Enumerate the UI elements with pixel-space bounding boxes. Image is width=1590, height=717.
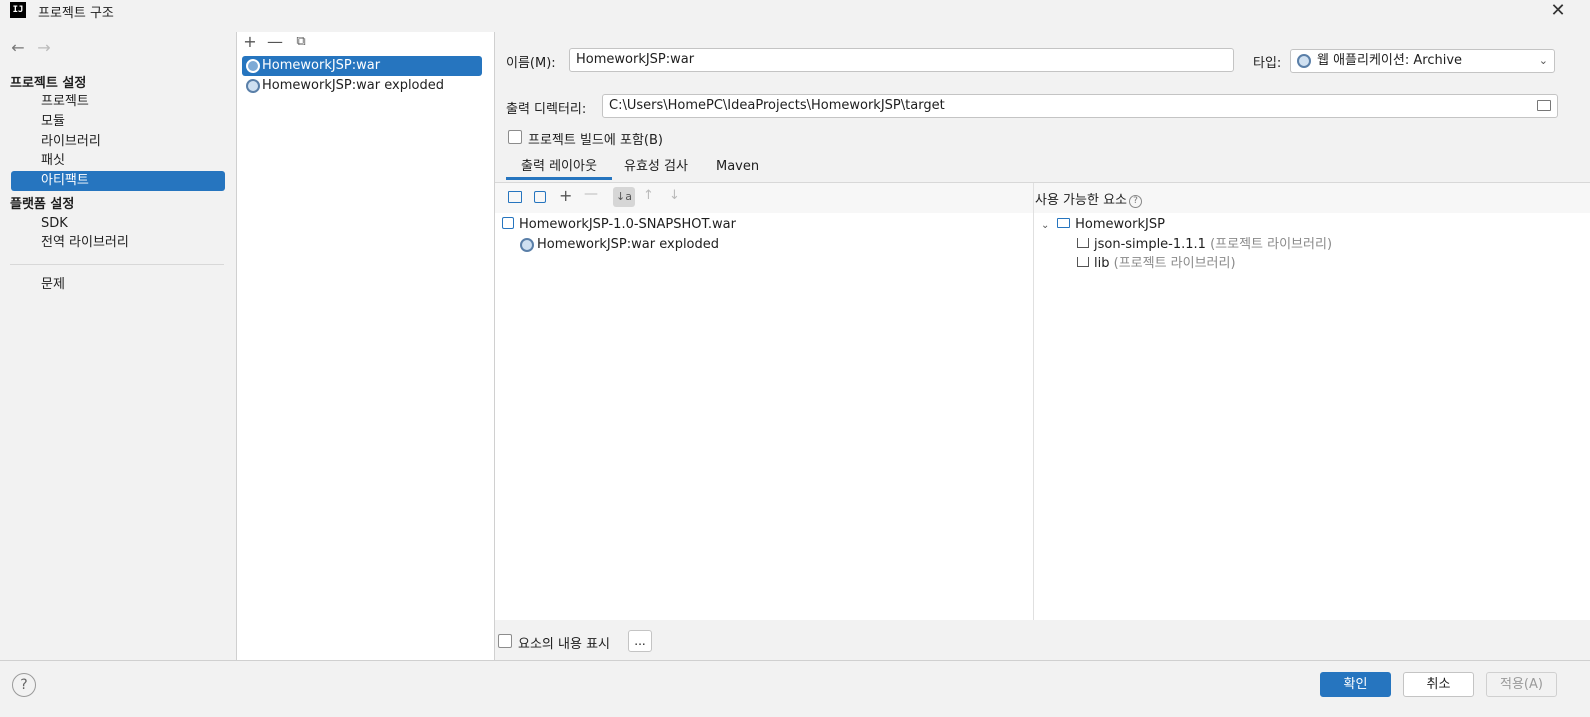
tab-validation[interactable]: 유효성 검사	[624, 154, 688, 180]
help-button[interactable]: ?	[12, 673, 36, 697]
web-app-icon	[1297, 54, 1311, 68]
chevron-down-icon[interactable]: ⌄	[1041, 216, 1053, 236]
tree-label: HomeworkJSP-1.0-SNAPSHOT.war	[519, 217, 736, 232]
type-select-value: 웹 애플리케이션: Archive	[1317, 53, 1463, 68]
web-artifact-icon	[246, 79, 260, 93]
add-artifact-icon[interactable]: +	[240, 32, 260, 52]
nav-item-modules[interactable]: 모듈	[11, 112, 225, 132]
platform-settings-heading: 플랫폼 설정	[10, 197, 75, 212]
archive-icon[interactable]	[534, 191, 546, 203]
name-input[interactable]: HomeworkJSP:war	[569, 48, 1234, 72]
gear-icon	[520, 238, 534, 252]
nav-item-libraries[interactable]: 라이브러리	[11, 132, 225, 152]
library-icon	[1077, 238, 1089, 248]
output-directory-value: C:\Users\HomePC\IdeaProjects\HomeworkJSP…	[609, 98, 945, 113]
move-down-icon[interactable]: ↓	[669, 188, 680, 203]
artifact-item-label: HomeworkJSP:war	[262, 58, 381, 73]
available-elements-label: 사용 가능한 요소	[1035, 193, 1127, 208]
remove-icon[interactable]: —	[584, 186, 598, 202]
nav-item-sdk[interactable]: SDK	[11, 214, 225, 234]
artifact-item-label: HomeworkJSP:war exploded	[262, 78, 445, 93]
back-arrow-icon[interactable]: ←	[9, 39, 27, 57]
type-label: 타입:	[1253, 56, 1282, 71]
more-options-button[interactable]: ...	[628, 630, 652, 652]
artifact-list-panel	[237, 32, 494, 660]
layout-tree-war-exploded[interactable]: HomeworkJSP:war exploded	[519, 235, 719, 255]
output-directory-input[interactable]: C:\Users\HomePC\IdeaProjects\HomeworkJSP…	[602, 94, 1558, 118]
add-icon[interactable]: +	[559, 186, 572, 205]
show-content-label: 요소의 내용 표시	[518, 637, 610, 652]
nav-item-project[interactable]: 프로젝트	[11, 92, 225, 112]
include-in-build-checkbox[interactable]	[508, 130, 522, 144]
divider	[0, 660, 1590, 661]
layout-toolbar	[495, 183, 1033, 213]
library-icon	[1077, 257, 1089, 267]
artifact-item-war[interactable]: HomeworkJSP:war	[242, 56, 482, 76]
remove-artifact-icon[interactable]: —	[265, 32, 285, 52]
splitter[interactable]	[1033, 183, 1034, 620]
sort-icon[interactable]: ↓a	[613, 187, 635, 207]
cancel-button[interactable]: 취소	[1403, 672, 1474, 697]
available-elements-title: 사용 가능한 요소?	[1035, 189, 1142, 208]
project-settings-heading: 프로젝트 설정	[10, 76, 87, 91]
window-title: 프로젝트 구조	[38, 6, 114, 21]
web-artifact-icon	[246, 59, 260, 73]
layout-tree-war[interactable]: HomeworkJSP-1.0-SNAPSHOT.war	[502, 215, 736, 235]
tab-output-layout[interactable]: 출력 레이아웃	[506, 154, 612, 180]
type-select[interactable]: 웹 애플리케이션: Archive ⌄	[1290, 49, 1555, 73]
available-tree-root[interactable]: ⌄ HomeworkJSP	[1041, 215, 1165, 235]
title-bar	[0, 0, 1590, 24]
help-icon[interactable]: ?	[1129, 195, 1142, 208]
nav-item-global-libraries[interactable]: 전역 라이브러리	[11, 233, 225, 253]
nav-item-facets[interactable]: 패싯	[11, 151, 225, 171]
library-name: json-simple-1.1.1	[1094, 237, 1206, 252]
output-directory-label: 출력 디렉터리:	[506, 102, 587, 117]
nav-item-artifacts[interactable]: 아티팩트	[11, 171, 225, 191]
show-content-checkbox[interactable]	[498, 634, 512, 648]
war-icon	[502, 217, 514, 229]
library-suffix: (프로젝트 라이브러리)	[1113, 256, 1236, 271]
library-suffix: (프로젝트 라이브러리)	[1210, 237, 1333, 252]
intellij-logo-icon: IJ	[10, 2, 26, 18]
close-window-button[interactable]: ✕	[1548, 1, 1568, 21]
nav-item-problems[interactable]: 문제	[11, 275, 225, 295]
include-in-build-label: 프로젝트 빌드에 포함(B)	[528, 133, 663, 148]
available-tree-item[interactable]: lib (프로젝트 라이브러리)	[1077, 254, 1236, 274]
new-folder-icon[interactable]	[508, 191, 522, 203]
ok-button[interactable]: 확인	[1320, 672, 1391, 697]
folder-browse-icon[interactable]	[1537, 100, 1551, 111]
available-tree-item[interactable]: json-simple-1.1.1 (프로젝트 라이브러리)	[1077, 235, 1332, 255]
layout-bottom-strip	[495, 620, 1590, 660]
move-up-icon[interactable]: ↑	[643, 188, 654, 203]
forward-arrow-icon[interactable]: →	[35, 39, 53, 57]
tab-maven[interactable]: Maven	[716, 154, 759, 180]
chevron-down-icon: ⌄	[1538, 54, 1548, 67]
library-name: lib	[1094, 256, 1110, 271]
nav-divider	[10, 264, 224, 265]
artifact-item-war-exploded[interactable]: HomeworkJSP:war exploded	[242, 76, 482, 96]
copy-artifact-icon[interactable]: ⧉	[291, 32, 311, 52]
module-folder-icon	[1057, 218, 1071, 228]
name-label: 이름(M):	[506, 56, 556, 71]
tree-label: HomeworkJSP:war exploded	[537, 237, 720, 252]
apply-button[interactable]: 적용(A)	[1486, 672, 1557, 697]
tree-label: HomeworkJSP	[1075, 217, 1165, 232]
